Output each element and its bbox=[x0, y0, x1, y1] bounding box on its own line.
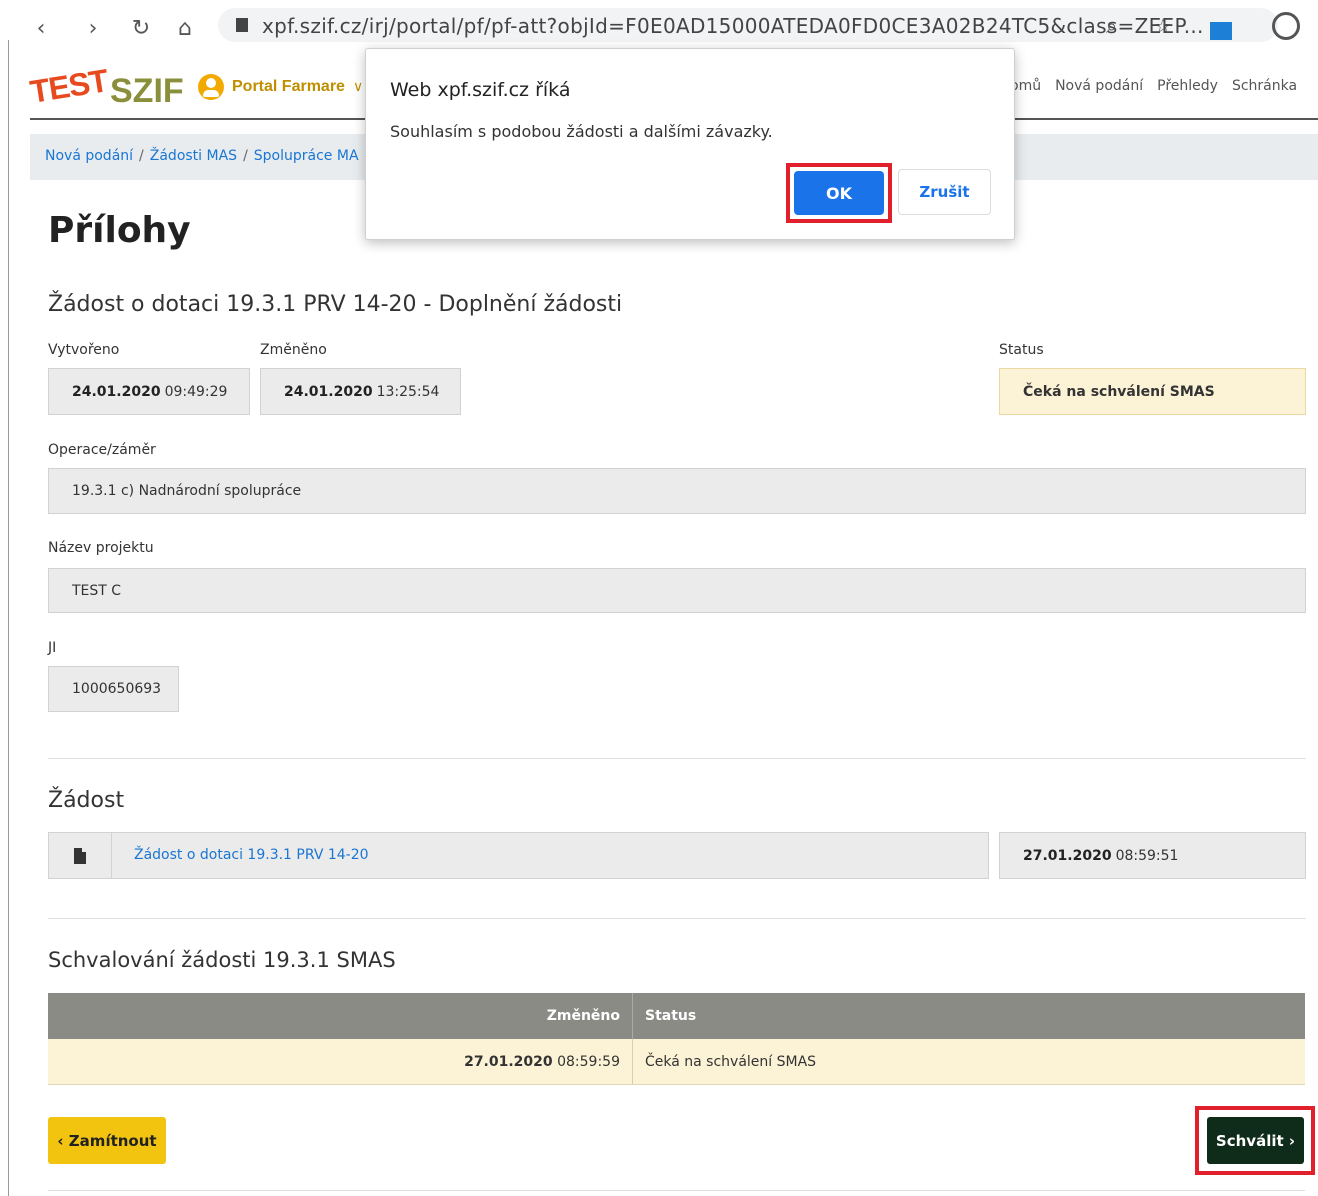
nav-item-nova-podani[interactable]: Nová podání bbox=[1055, 78, 1143, 94]
breadcrumb-separator: / bbox=[139, 148, 144, 164]
profile-icon[interactable] bbox=[1272, 12, 1300, 40]
portal-menu[interactable]: Portal Farmare ∨ bbox=[198, 72, 363, 102]
column-header-changed[interactable]: Změněno bbox=[48, 993, 633, 1039]
nav-item-prehledy[interactable]: Přehledy bbox=[1157, 78, 1218, 94]
dialog-title: Web xpf.szif.cz říká bbox=[390, 79, 571, 101]
changed-field: 24.01.2020 13:25:54 bbox=[260, 368, 461, 415]
approval-table: Změněno Status 27.01.2020 08:59:59 Čeká … bbox=[48, 993, 1305, 1085]
created-field: 24.01.2020 09:49:29 bbox=[48, 368, 250, 415]
document-row: Žádost o dotaci 19.3.1 PRV 14-20 bbox=[48, 832, 989, 879]
document-link[interactable]: Žádost o dotaci 19.3.1 PRV 14-20 bbox=[134, 847, 369, 863]
changed-label: Změněno bbox=[260, 342, 327, 358]
bookmark-star-icon[interactable]: ☆ bbox=[1154, 14, 1172, 38]
bottom-divider bbox=[48, 1190, 1305, 1191]
address-bar[interactable]: xpf.szif.cz/irj/portal/pf/pf-att?objId=F… bbox=[218, 8, 1278, 42]
created-date: 24.01.2020 bbox=[72, 383, 161, 400]
document-date: 27.01.2020 bbox=[1023, 847, 1112, 864]
pdf-file-icon bbox=[74, 847, 86, 864]
table-row: 27.01.2020 08:59:59 Čeká na schválení SM… bbox=[48, 1039, 1305, 1085]
table-header-row: Změněno Status bbox=[48, 993, 1305, 1039]
row-time: 08:59:59 bbox=[557, 1053, 620, 1070]
windows-extension-icon[interactable] bbox=[1210, 22, 1232, 40]
top-navigation: omů Nová podání Přehledy Schránka bbox=[1010, 78, 1297, 94]
user-avatar-icon bbox=[198, 74, 224, 100]
chevron-down-icon: ∨ bbox=[352, 79, 364, 95]
site-logo[interactable]: TEST SZIF bbox=[27, 60, 200, 120]
document-date-field: 27.01.2020 08:59:51 bbox=[999, 832, 1306, 879]
page-title: Přílohy bbox=[48, 210, 191, 251]
column-header-status[interactable]: Status bbox=[632, 993, 1305, 1039]
operation-field: 19.3.1 c) Nadnárodní spolupráce bbox=[48, 468, 1306, 514]
created-label: Vytvořeno bbox=[48, 342, 120, 358]
nav-item-schranka[interactable]: Schránka bbox=[1232, 78, 1297, 94]
ok-highlight-box bbox=[786, 163, 892, 223]
address-url: xpf.szif.cz/irj/portal/pf/pf-att?objId=F… bbox=[262, 14, 1204, 38]
logo-test-text: TEST bbox=[27, 62, 111, 110]
breadcrumb-item[interactable]: Nová podání bbox=[45, 148, 133, 164]
breadcrumb-item[interactable]: Žádosti MAS bbox=[150, 148, 237, 164]
status-label: Status bbox=[999, 342, 1044, 358]
dialog-message: Souhlasím s podobou žádosti a dalšími zá… bbox=[390, 122, 773, 141]
forward-arrow-icon[interactable]: › bbox=[82, 18, 104, 40]
breadcrumb-separator: / bbox=[243, 148, 248, 164]
lock-icon bbox=[236, 18, 248, 32]
changed-time: 13:25:54 bbox=[376, 383, 440, 400]
breadcrumb-item[interactable]: Spolupráce MA bbox=[254, 148, 359, 164]
approve-highlight-box bbox=[1195, 1106, 1315, 1175]
created-time: 09:49:29 bbox=[164, 383, 228, 400]
back-arrow-icon[interactable]: ‹ bbox=[30, 18, 52, 40]
reject-button[interactable]: ‹ Zamítnout bbox=[48, 1117, 166, 1164]
cancel-button[interactable]: Zrušit bbox=[898, 169, 991, 215]
table-cell-changed: 27.01.2020 08:59:59 bbox=[48, 1039, 633, 1085]
confirm-dialog: Web xpf.szif.cz říká Souhlasím s podobou… bbox=[365, 48, 1015, 240]
project-label: Název projektu bbox=[48, 540, 154, 556]
ji-field: 1000650693 bbox=[48, 666, 179, 712]
reload-icon[interactable]: ↻ bbox=[130, 18, 152, 40]
section-divider bbox=[48, 918, 1306, 919]
home-icon[interactable]: ⌂ bbox=[174, 18, 196, 40]
portal-label: Portal Farmare bbox=[232, 78, 345, 95]
table-cell-status: Čeká na schválení SMAS bbox=[632, 1039, 1305, 1085]
browser-toolbar: ‹ › ↻ ⌂ xpf.szif.cz/irj/portal/pf/pf-att… bbox=[0, 0, 1318, 48]
approval-heading: Schvalování žádosti 19.3.1 SMAS bbox=[48, 948, 396, 972]
logo-szif-text: SZIF bbox=[110, 72, 184, 110]
section-divider bbox=[48, 758, 1306, 759]
row-date: 27.01.2020 bbox=[464, 1053, 553, 1070]
operation-label: Operace/záměr bbox=[48, 442, 156, 458]
window-edge bbox=[8, 40, 9, 1196]
request-heading: Žádost bbox=[48, 788, 125, 813]
project-field: TEST C bbox=[48, 568, 1306, 613]
page-subtitle: Žádost o dotaci 19.3.1 PRV 14-20 - Dopln… bbox=[48, 292, 623, 317]
document-icon-cell bbox=[49, 833, 112, 878]
ji-label: JI bbox=[48, 640, 57, 656]
status-badge: Čeká na schválení SMAS bbox=[999, 368, 1306, 415]
changed-date: 24.01.2020 bbox=[284, 383, 373, 400]
document-time: 08:59:51 bbox=[1115, 847, 1179, 864]
search-icon[interactable]: ⌕ bbox=[1106, 14, 1117, 38]
